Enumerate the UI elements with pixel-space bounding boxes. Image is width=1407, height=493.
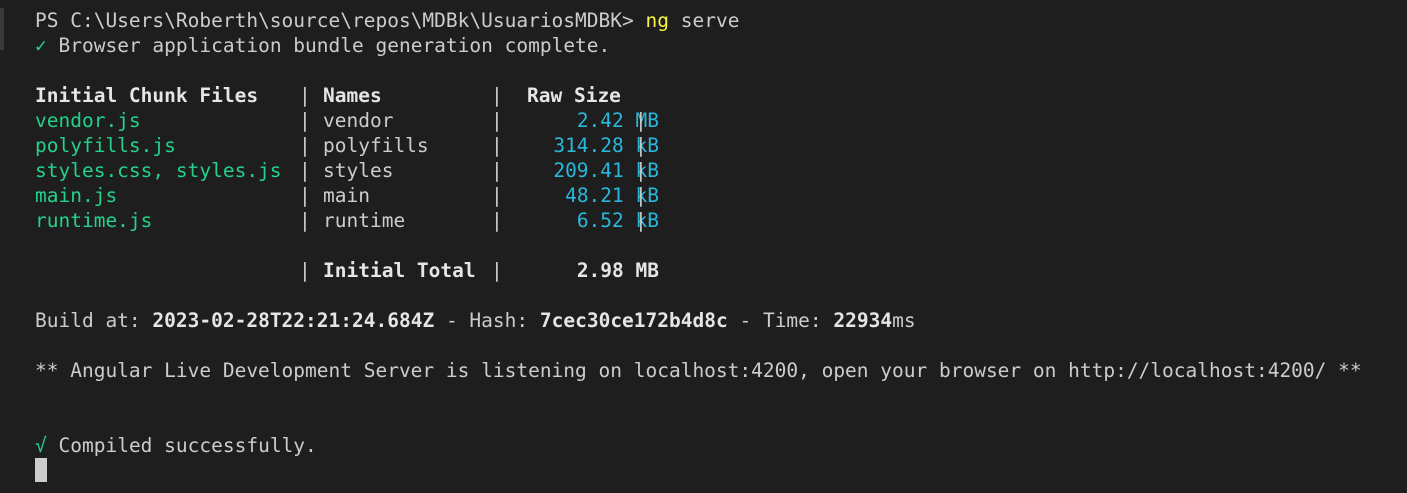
column-divider: | (491, 209, 503, 232)
build-time-unit: ms (892, 309, 916, 332)
table-row: vendor.js | vendor | 2.42 MB | (35, 108, 675, 133)
total-value: 2.98 MB (576, 259, 659, 282)
time-label: - Time: (739, 309, 822, 332)
total-label: Initial Total (323, 259, 476, 282)
column-divider: | (491, 109, 503, 132)
total-row: | Initial Total | 2.98 MB (35, 258, 675, 283)
chunk-file: styles.css, styles.js (35, 159, 282, 182)
header-raw-size: Raw Size (527, 84, 621, 107)
column-divider: | (491, 184, 503, 207)
column-divider: | (635, 159, 647, 182)
compiled-status-line: √ Compiled successfully. (35, 433, 317, 458)
check-icon: √ (35, 434, 47, 457)
header-files: Initial Chunk Files (35, 84, 259, 107)
build-at-label: Build at: (35, 309, 141, 332)
column-divider: | (299, 209, 311, 232)
build-info-line: Build at: 2023-02-28T22:21:24.684Z - Has… (35, 308, 916, 333)
chunk-file: polyfills.js (35, 134, 176, 157)
column-divider: | (299, 134, 311, 157)
server-message: ** Angular Live Development Server is li… (35, 359, 1362, 382)
chunk-name: polyfills (323, 134, 429, 157)
hash-label: - Hash: (445, 309, 529, 332)
command-name: ng (645, 9, 669, 32)
chunk-file: runtime.js (35, 209, 153, 232)
column-divider: | (491, 84, 503, 107)
command-decoration (0, 8, 4, 50)
column-divider: | (635, 184, 647, 207)
column-divider: | (635, 134, 647, 157)
prompt-line: PS C:\Users\Roberth\source\repos\MDBk\Us… (35, 8, 739, 33)
column-divider: | (299, 184, 311, 207)
terminal-cursor (35, 458, 47, 482)
check-icon: ✓ (35, 34, 47, 57)
table-row: runtime.js | runtime | 6.52 kB | (35, 208, 675, 233)
column-divider: | (299, 84, 311, 107)
build-hash: 7cec30ce172b4d8c (539, 309, 728, 332)
chunk-table-header: Initial Chunk Files | Names | Raw Size (35, 83, 675, 108)
column-divider: | (491, 259, 503, 282)
build-timestamp: 2023-02-28T22:21:24.684Z (152, 309, 435, 332)
column-divider: | (299, 109, 311, 132)
column-divider: | (635, 209, 647, 232)
compiled-status-text: Compiled successfully. (58, 434, 317, 457)
table-row: main.js | main | 48.21 kB | (35, 183, 675, 208)
column-divider: | (635, 109, 647, 132)
header-names: Names (323, 84, 382, 107)
command-args: serve (680, 9, 740, 32)
table-row: polyfills.js | polyfills | 314.28 kB | (35, 133, 675, 158)
build-time: 22934 (833, 309, 893, 332)
chunk-name: vendor (323, 109, 394, 132)
column-divider: | (299, 159, 311, 182)
chunk-file: vendor.js (35, 109, 141, 132)
chunk-name: runtime (323, 209, 406, 232)
chunk-file: main.js (35, 184, 118, 207)
bundle-status-text: Browser application bundle generation co… (58, 34, 611, 57)
column-divider: | (299, 259, 311, 282)
table-row: styles.css, styles.js | styles | 209.41 … (35, 158, 675, 183)
column-divider: | (491, 134, 503, 157)
column-divider: | (491, 159, 503, 182)
bundle-status-line: ✓ Browser application bundle generation … (35, 33, 610, 58)
prompt-path: PS C:\Users\Roberth\source\repos\MDBk\Us… (35, 9, 634, 32)
chunk-name: styles (323, 159, 394, 182)
chunk-name: main (323, 184, 370, 207)
